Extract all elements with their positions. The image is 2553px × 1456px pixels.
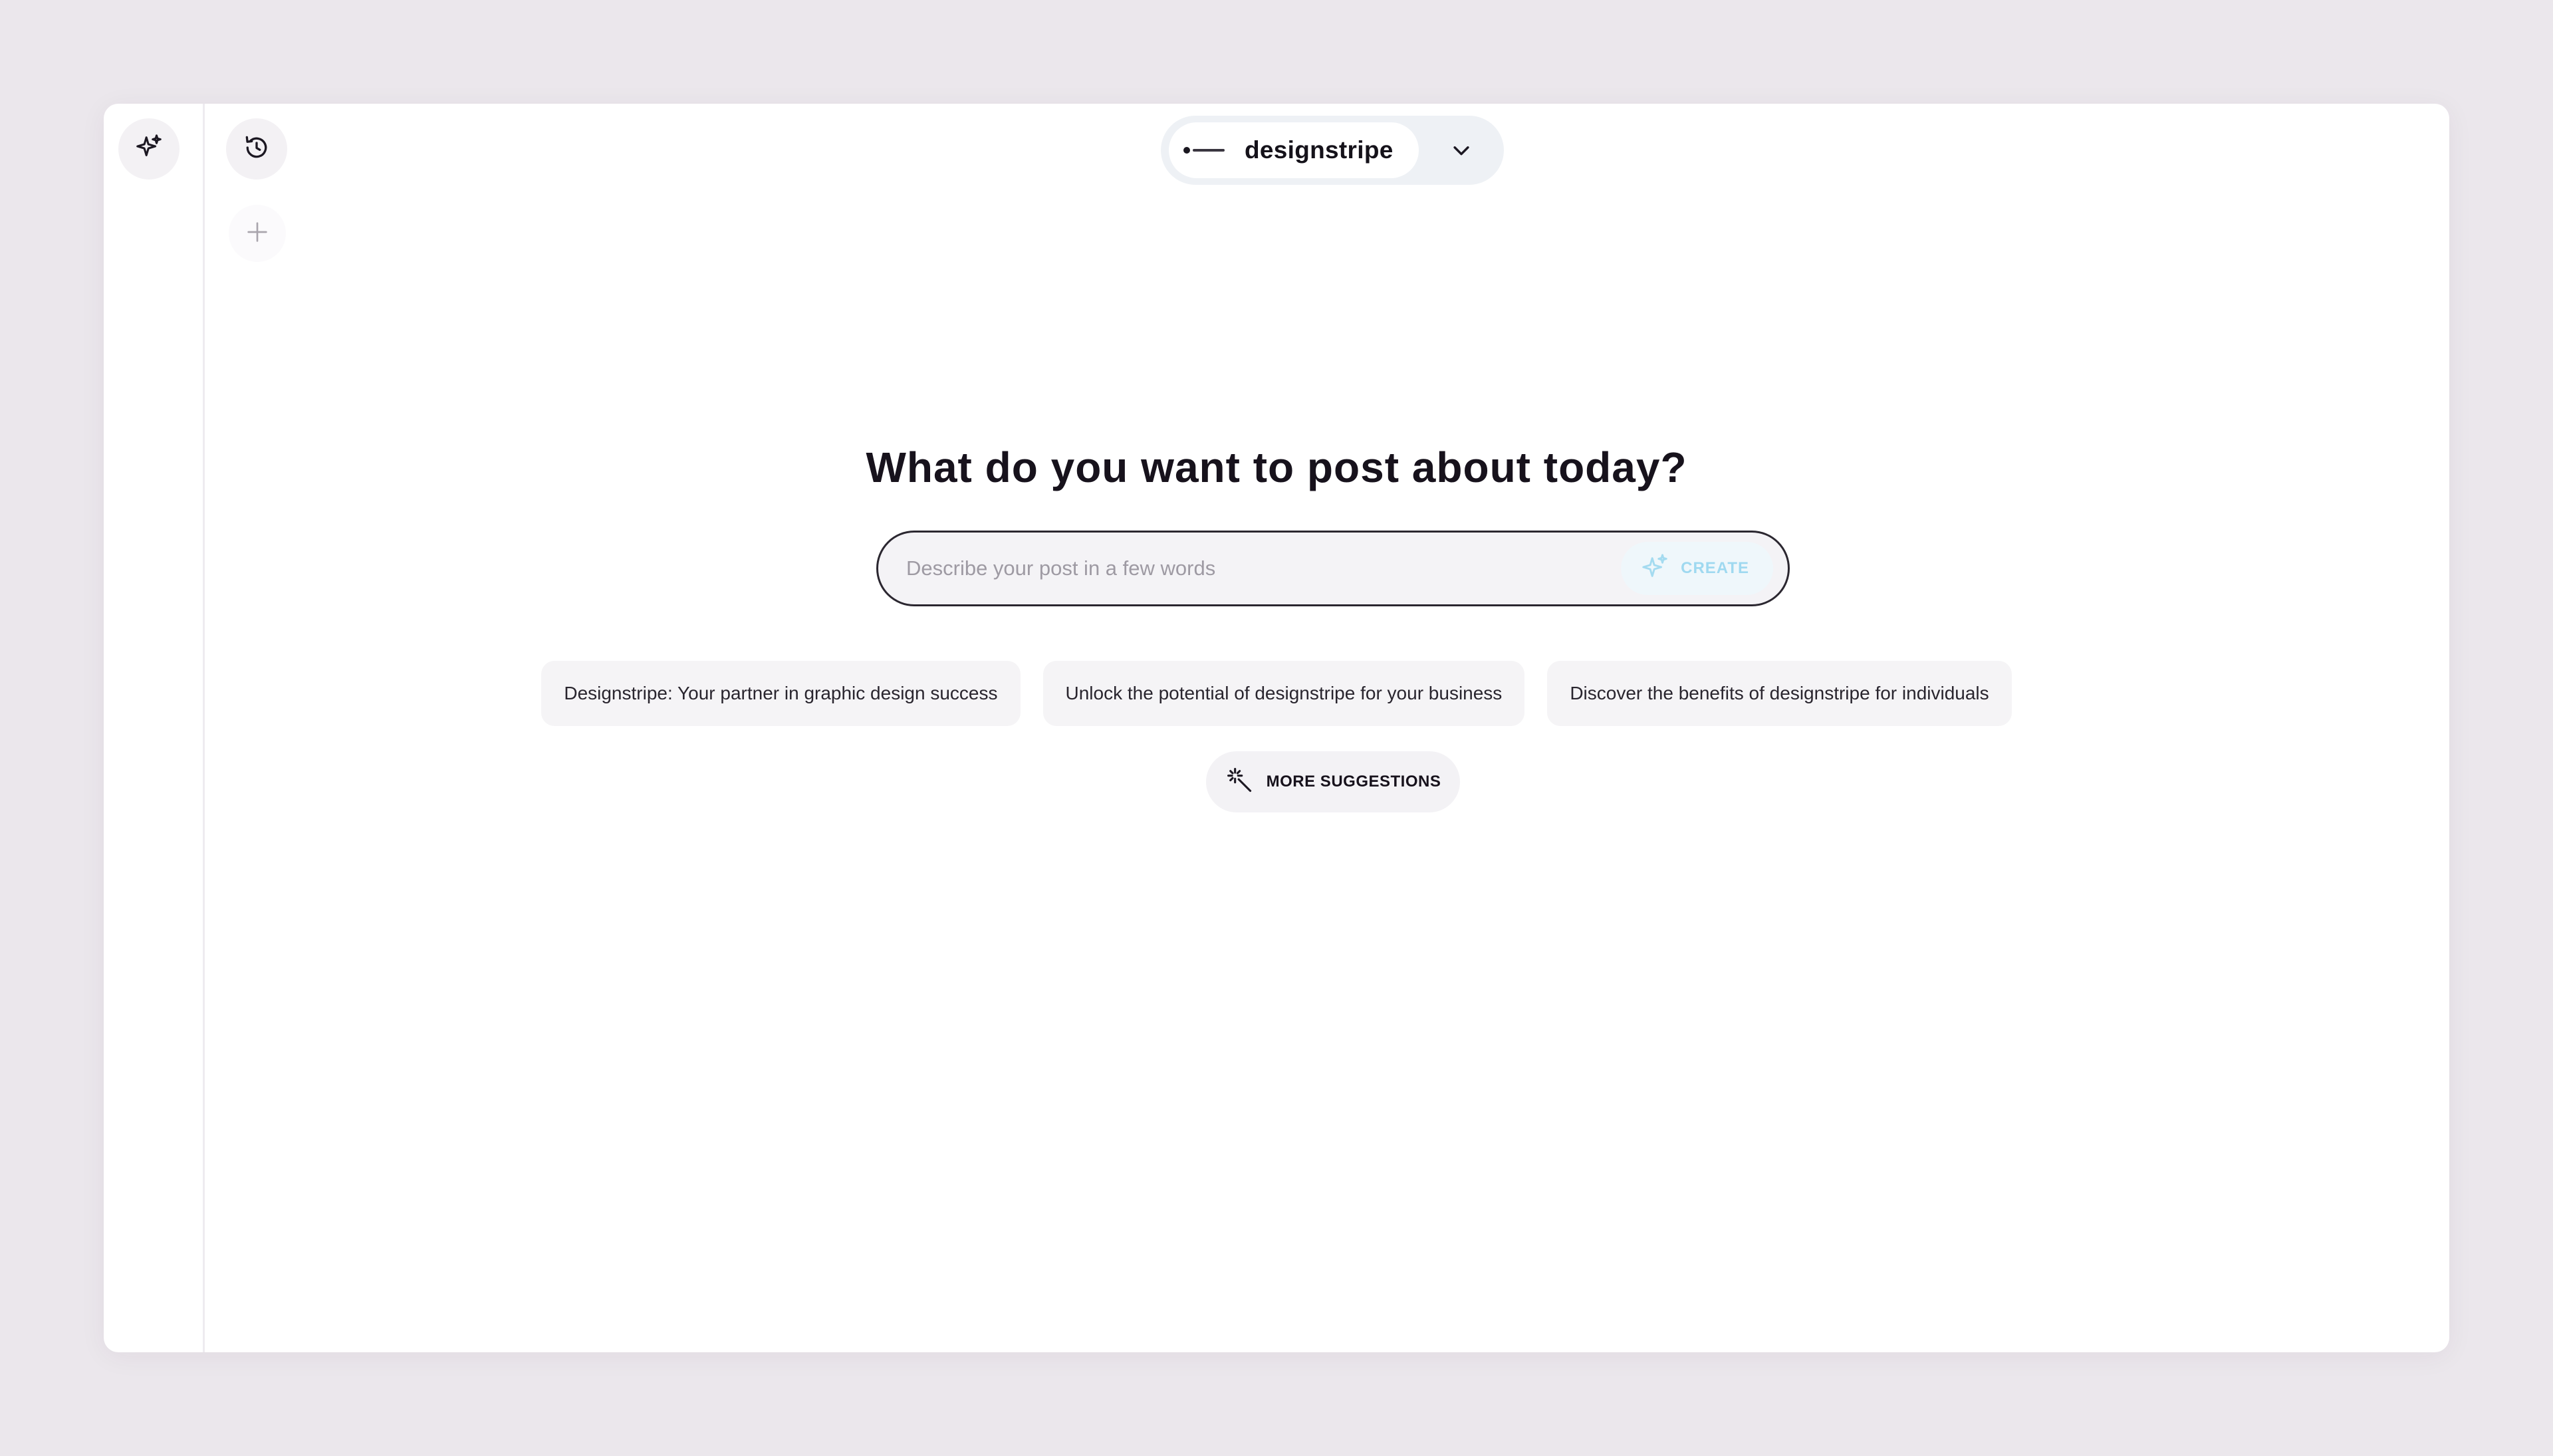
create-button[interactable]: CREATE (1621, 542, 1773, 595)
app-window: designstripe What do you want to post ab… (104, 104, 2449, 1352)
post-description-input[interactable] (878, 533, 1622, 604)
ai-sparkles-button[interactable] (118, 118, 180, 180)
prompt-box: CREATE (876, 531, 1790, 606)
brand-selector[interactable]: designstripe (1161, 116, 1504, 185)
brand-pill: designstripe (1169, 122, 1419, 178)
new-post-button[interactable] (229, 205, 286, 262)
suggestion-chip[interactable]: Discover the benefits of designstripe fo… (1547, 661, 2012, 726)
left-rail (104, 104, 205, 1352)
plus-icon (244, 219, 271, 249)
brand-name: designstripe (1245, 136, 1394, 164)
magic-wand-icon (1225, 766, 1255, 798)
suggestion-chip[interactable]: Designstripe: Your partner in graphic de… (541, 661, 1021, 726)
suggestion-chip[interactable]: Unlock the potential of designstripe for… (1042, 661, 1525, 726)
sparkles-icon (1640, 552, 1670, 586)
history-button[interactable] (226, 118, 287, 180)
suggestion-list: Designstripe: Your partner in graphic de… (104, 661, 2449, 726)
create-label: CREATE (1681, 559, 1749, 577)
chevron-down-icon[interactable] (1445, 134, 1477, 166)
sparkles-icon (134, 132, 164, 166)
more-suggestions-button[interactable]: MORE SUGGESTIONS (1206, 751, 1460, 812)
more-suggestions-label: MORE SUGGESTIONS (1266, 773, 1441, 790)
history-icon (242, 133, 271, 166)
page-title: What do you want to post about today? (866, 443, 1687, 491)
brand-logo (1183, 147, 1225, 154)
